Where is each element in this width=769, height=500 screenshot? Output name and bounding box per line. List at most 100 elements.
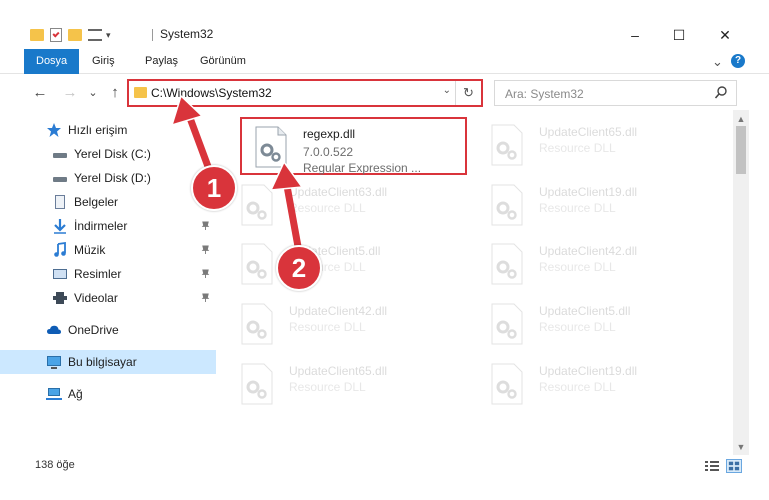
search-icon[interactable] [714, 85, 728, 101]
file-name: regexp.dll [303, 127, 356, 141]
scroll-up-arrow-icon[interactable]: ▲ [733, 112, 749, 126]
sidebar-item-pictures[interactable]: Resimler [0, 262, 216, 286]
file-name: UpdateClient63.dll [289, 185, 388, 199]
file-description: Regular Expression ... [303, 161, 422, 175]
forward-button[interactable]: → [60, 83, 80, 103]
minimize-button[interactable]: – [620, 25, 650, 45]
file-item[interactable]: UpdateClient42.dll Resource DLL [226, 294, 456, 350]
sidebar-item-label: Yerel Disk (D:) [74, 171, 151, 185]
search-box[interactable]: Ara: System32 [494, 80, 737, 106]
video-icon [52, 290, 68, 306]
tab-share[interactable]: Paylaş [145, 49, 178, 74]
sidebar-item-label: İndirmeler [74, 219, 128, 233]
file-description: Resource DLL [539, 201, 616, 215]
file-item[interactable]: UpdateClient65.dll Resource DLL [476, 115, 706, 171]
dll-file-icon [491, 184, 523, 226]
file-item[interactable]: UpdateClient5.dll Resource DLL [476, 294, 706, 350]
address-highlight-box [127, 79, 483, 107]
dll-file-icon [241, 363, 273, 405]
file-item[interactable]: UpdateClient42.dll Resource DLL [476, 234, 706, 290]
pin-icon[interactable] [201, 269, 210, 278]
dll-file-icon [491, 124, 523, 166]
sidebar-item-downloads[interactable]: İndirmeler [0, 214, 216, 238]
file-name: UpdateClient19.dll [539, 364, 638, 378]
computer-icon [46, 354, 62, 370]
sidebar-item-videos[interactable]: Videolar [0, 286, 216, 310]
sidebar-item-this-pc[interactable]: Bu bilgisayar [0, 350, 216, 374]
sidebar-item-quick-access[interactable]: Hızlı erişim [0, 118, 216, 142]
step-2-badge: 2 [276, 245, 322, 291]
file-description: Resource DLL [289, 201, 366, 215]
sidebar-item-label: Ağ [68, 387, 83, 401]
sidebar-item-label: Yerel Disk (C:) [74, 147, 151, 161]
dll-file-icon [241, 243, 273, 285]
maximize-button[interactable]: ☐ [664, 25, 694, 45]
sidebar-item-music[interactable]: Müzik [0, 238, 216, 262]
toolbar-dropdown-icon[interactable]: ▾ [106, 30, 111, 41]
tab-view[interactable]: Görünüm [200, 49, 246, 74]
sidebar-item-network[interactable]: Ağ [0, 382, 216, 406]
file-description: Resource DLL [539, 141, 616, 155]
file-item[interactable]: UpdateClient19.dll Resource DLL [476, 354, 706, 410]
scrollbar-thumb[interactable] [736, 126, 746, 174]
title-bar: ▾ System32 – ☐ ✕ [0, 0, 769, 48]
file-description: Resource DLL [539, 320, 616, 334]
quick-access-toolbar: ▾ [30, 26, 111, 44]
file-description: Resource DLL [289, 320, 366, 334]
title-separator [152, 29, 153, 41]
file-item[interactable]: UpdateClient5.dll Resource DLL [226, 234, 456, 290]
tab-file[interactable]: Dosya [24, 49, 80, 74]
close-button[interactable]: ✕ [710, 25, 740, 45]
properties-icon[interactable] [50, 28, 62, 42]
details-view-icon[interactable] [704, 459, 720, 473]
file-name: UpdateClient5.dll [539, 304, 631, 318]
dll-file-icon [241, 303, 273, 345]
file-version: 7.0.0.522 [303, 145, 354, 159]
network-icon [46, 386, 62, 402]
sidebar-item-local-disk-d[interactable]: Yerel Disk (D:) [0, 166, 216, 190]
vertical-scrollbar[interactable]: ▲ ▼ [733, 110, 749, 455]
file-item[interactable]: UpdateClient65.dll Resource DLL [226, 354, 456, 410]
pin-icon[interactable] [201, 293, 210, 302]
folder-icon[interactable] [30, 29, 44, 41]
file-description: Resource DLL [539, 380, 616, 394]
cloud-icon [47, 325, 61, 334]
drive-icon [52, 170, 68, 186]
file-item[interactable]: UpdateClient63.dll Resource DLL [226, 175, 456, 231]
file-item-regexp[interactable]: regexp.dll 7.0.0.522 Regular Expression … [240, 117, 470, 175]
dll-file-icon [255, 126, 287, 168]
star-icon [47, 123, 61, 137]
file-name: UpdateClient65.dll [539, 125, 638, 139]
drive-icon [52, 146, 68, 162]
customize-toolbar-icon[interactable] [88, 29, 102, 41]
help-button[interactable]: ? [731, 54, 745, 68]
file-item[interactable]: UpdateClient19.dll Resource DLL [476, 175, 706, 231]
new-folder-icon[interactable] [68, 29, 82, 41]
file-name: UpdateClient42.dll [539, 244, 638, 258]
dll-file-icon [491, 303, 523, 345]
pin-icon[interactable] [201, 221, 210, 230]
file-name: UpdateClient42.dll [289, 304, 388, 318]
step-1-badge: 1 [191, 165, 237, 211]
sidebar-item-documents[interactable]: Belgeler [0, 190, 216, 214]
recent-locations-button[interactable]: ⌄ [86, 83, 100, 103]
file-name: UpdateClient65.dll [289, 364, 388, 378]
window-title: System32 [160, 27, 214, 41]
pictures-icon [52, 266, 68, 282]
tab-home[interactable]: Giriş [92, 49, 115, 74]
dll-file-icon [491, 243, 523, 285]
expand-ribbon-button[interactable]: ⌄ [712, 49, 723, 74]
back-button[interactable]: ← [30, 83, 50, 103]
sidebar-item-onedrive[interactable]: OneDrive [0, 318, 216, 342]
sidebar-item-label: Hızlı erişim [68, 123, 128, 137]
dll-file-icon [491, 363, 523, 405]
search-input[interactable]: Ara: System32 [505, 87, 584, 101]
download-icon [54, 219, 66, 234]
scroll-down-arrow-icon[interactable]: ▼ [733, 440, 749, 454]
tiles-view-icon[interactable] [726, 459, 742, 473]
sidebar-item-label: Bu bilgisayar [68, 355, 137, 369]
up-button[interactable]: ↑ [105, 83, 125, 103]
pin-icon[interactable] [201, 245, 210, 254]
sidebar-item-local-disk-c[interactable]: Yerel Disk (C:) [0, 142, 216, 166]
documents-icon [52, 194, 68, 210]
